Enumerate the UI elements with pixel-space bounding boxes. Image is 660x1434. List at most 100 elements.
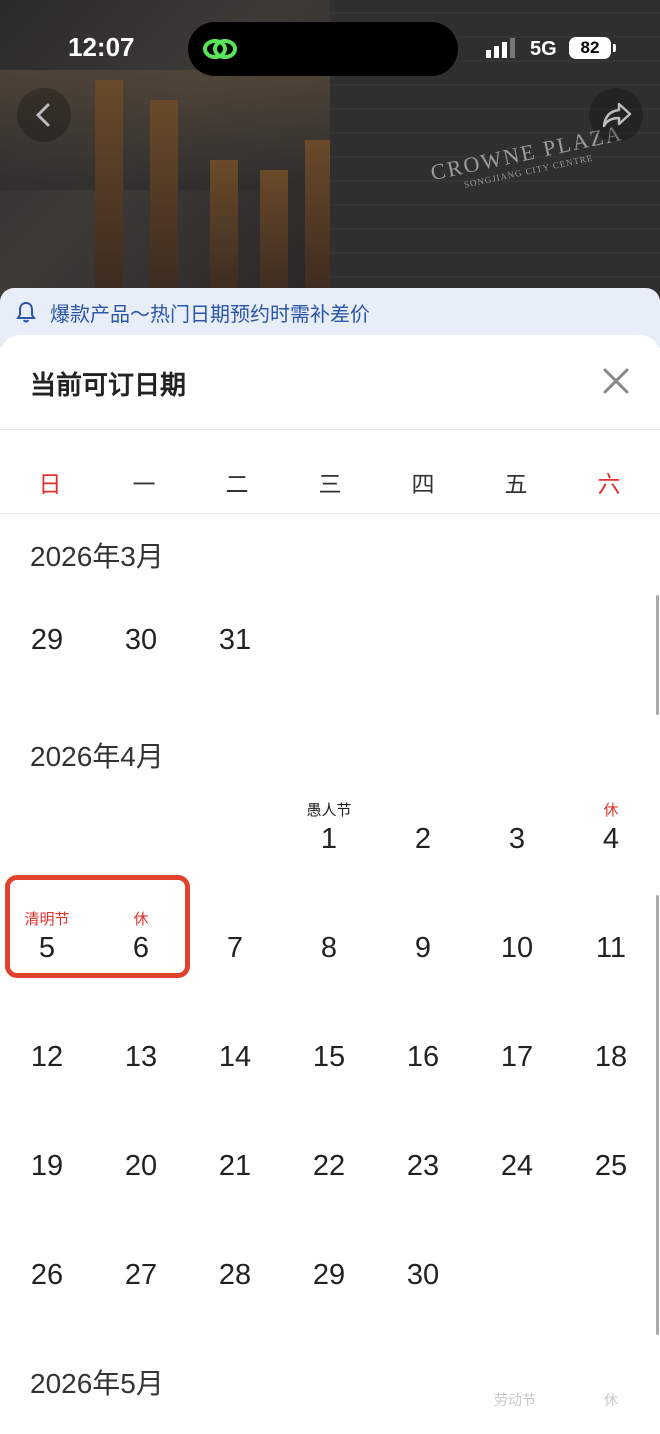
- month-title-march: 2026年3月: [30, 541, 164, 572]
- day-cell[interactable]: 愚人节 1: [282, 799, 376, 869]
- status-time: 12:07: [68, 32, 135, 62]
- day-cell[interactable]: 23: [376, 1126, 470, 1196]
- day-number: 31: [218, 624, 252, 656]
- day-cell[interactable]: 16: [376, 1017, 470, 1087]
- share-icon: [602, 102, 632, 128]
- day-cell[interactable]: 15: [282, 1017, 376, 1087]
- link-icon: [203, 39, 237, 59]
- holiday-label-preview: 劳动节: [494, 1392, 536, 1408]
- day-cell[interactable]: 30: [94, 600, 188, 670]
- day-number: 19: [30, 1150, 64, 1182]
- day-number: 25: [594, 1150, 628, 1182]
- back-button[interactable]: [17, 88, 71, 142]
- day-number: 13: [124, 1041, 158, 1073]
- day-number: 14: [218, 1041, 252, 1073]
- day-number: 22: [312, 1150, 346, 1182]
- weekday-mon: 一: [132, 471, 156, 497]
- lobby-pillar: [210, 160, 238, 300]
- day-number: 8: [320, 932, 338, 964]
- day-cell[interactable]: 26: [0, 1235, 94, 1305]
- day-cell[interactable]: 2: [376, 799, 470, 869]
- weekday-divider: [0, 513, 660, 514]
- month-title-april: 2026年4月: [30, 741, 164, 772]
- holiday-label: 愚人节: [306, 802, 352, 819]
- day-number: 18: [594, 1041, 628, 1073]
- lobby-pillar: [95, 80, 123, 300]
- day-number: 28: [218, 1259, 252, 1291]
- weekday-fri: 五: [504, 471, 528, 497]
- day-cell[interactable]: 11: [564, 908, 658, 978]
- day-cell[interactable]: 29: [0, 600, 94, 670]
- day-number: 29: [312, 1259, 346, 1291]
- month-title-may: 2026年5月: [30, 1368, 164, 1399]
- day-number: 3: [508, 823, 526, 855]
- day-number: 12: [30, 1041, 64, 1073]
- bell-icon: [16, 301, 36, 323]
- weekday-tue: 二: [225, 471, 249, 497]
- day-number: 29: [30, 624, 64, 656]
- day-number: 11: [595, 932, 627, 964]
- rest-day-label: 休: [603, 802, 619, 819]
- day-cell[interactable]: 14: [188, 1017, 282, 1087]
- day-number: 21: [218, 1150, 252, 1182]
- day-number: 20: [124, 1150, 158, 1182]
- day-number: 10: [500, 932, 534, 964]
- day-cell[interactable]: 21: [188, 1126, 282, 1196]
- day-cell[interactable]: 25: [564, 1126, 658, 1196]
- rest-day-label-preview: 休: [604, 1392, 618, 1408]
- day-cell[interactable]: 3: [470, 799, 564, 869]
- day-number: 15: [312, 1041, 346, 1073]
- chevron-left-icon: [35, 103, 50, 127]
- day-cell[interactable]: 22: [282, 1126, 376, 1196]
- day-cell[interactable]: 29: [282, 1235, 376, 1305]
- battery-icon: 82: [569, 37, 611, 59]
- day-number: 30: [406, 1259, 440, 1291]
- weekday-sun: 日: [38, 471, 62, 497]
- day-cell[interactable]: 17: [470, 1017, 564, 1087]
- scrollbar[interactable]: [656, 895, 659, 1335]
- weekday-sat: 六: [597, 471, 621, 497]
- day-number: 2: [414, 823, 432, 855]
- sheet-title: 当前可订日期: [30, 370, 187, 400]
- header-divider: [0, 429, 660, 430]
- day-number: 16: [406, 1041, 440, 1073]
- day-cell[interactable]: 9: [376, 908, 470, 978]
- weekday-wed: 三: [318, 471, 342, 497]
- annotation-highlight-box: [5, 875, 190, 978]
- dynamic-island: [188, 22, 458, 76]
- day-number: 30: [124, 624, 158, 656]
- scrollbar[interactable]: [656, 595, 659, 715]
- day-cell[interactable]: 31: [188, 600, 282, 670]
- day-cell[interactable]: 7: [188, 908, 282, 978]
- day-number: 1: [320, 823, 338, 855]
- day-cell[interactable]: 24: [470, 1126, 564, 1196]
- day-cell[interactable]: 20: [94, 1126, 188, 1196]
- lobby-pillar: [260, 170, 288, 300]
- weekday-header: 日 一 二 三 四 五 六: [0, 445, 660, 513]
- day-cell[interactable]: 13: [94, 1017, 188, 1087]
- notice-text: 爆款产品～热门日期预约时需补差价: [50, 304, 370, 326]
- lobby-pillar: [305, 140, 333, 300]
- share-button[interactable]: [589, 88, 643, 142]
- day-cell[interactable]: 19: [0, 1126, 94, 1196]
- day-cell[interactable]: 8: [282, 908, 376, 978]
- close-icon[interactable]: [598, 363, 634, 399]
- day-number: 7: [226, 932, 244, 964]
- day-cell[interactable]: 18: [564, 1017, 658, 1087]
- day-cell[interactable]: 27: [94, 1235, 188, 1305]
- day-number: 17: [500, 1041, 534, 1073]
- day-cell[interactable]: 12: [0, 1017, 94, 1087]
- day-number: 9: [414, 932, 432, 964]
- signal-icon: [486, 38, 515, 58]
- day-cell[interactable]: 休 4: [564, 799, 658, 869]
- day-number: 23: [406, 1150, 440, 1182]
- day-cell[interactable]: 30: [376, 1235, 470, 1305]
- day-cell[interactable]: 10: [470, 908, 564, 978]
- weekday-thu: 四: [411, 471, 435, 497]
- day-number: 24: [500, 1150, 534, 1182]
- network-type: 5G: [530, 38, 557, 60]
- day-cell[interactable]: 28: [188, 1235, 282, 1305]
- date-picker-sheet: 当前可订日期 日 一 二 三 四 五 六 2026年3月 29 30 31 20…: [0, 335, 660, 1434]
- lobby-pillar: [150, 100, 178, 300]
- day-number: 26: [30, 1259, 64, 1291]
